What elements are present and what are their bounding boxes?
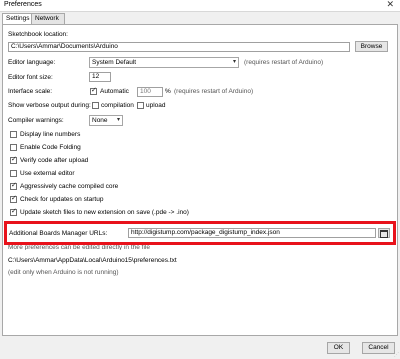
window-title: Preferences xyxy=(4,1,42,8)
verbose-compilation-label: compilation xyxy=(101,102,134,109)
cache-core-checkbox[interactable] xyxy=(10,181,17,190)
option-label: Display line numbers xyxy=(20,131,81,138)
tab-network[interactable]: Network xyxy=(31,13,65,24)
option-label: Update sketch files to new extension on … xyxy=(20,209,189,216)
option-label: Verify code after upload xyxy=(20,157,89,164)
scale-restart-note: (requires restart of Arduino) xyxy=(174,88,254,95)
editor-language-select[interactable]: System Default ▾ xyxy=(89,57,239,68)
interface-scale-input[interactable]: 100 xyxy=(137,87,163,97)
editor-language-value: System Default xyxy=(92,59,137,66)
language-restart-note: (requires restart of Arduino) xyxy=(244,59,324,66)
browse-button[interactable]: Browse xyxy=(355,41,388,52)
settings-panel: Sketchbook location: C:\Users\Ammar\Docu… xyxy=(2,24,398,336)
ok-button[interactable]: OK xyxy=(327,342,350,354)
option-label: Aggressively cache compiled core xyxy=(20,183,119,190)
preferences-path[interactable]: C:\Users\Ammar\AppData\Local\Arduino15\p… xyxy=(8,257,177,265)
external-editor-checkbox[interactable] xyxy=(10,170,17,177)
display-line-numbers-checkbox[interactable] xyxy=(10,131,17,138)
close-icon[interactable]: ✕ xyxy=(386,0,394,10)
font-size-label: Editor font size: xyxy=(8,74,53,81)
verbose-compilation-checkbox[interactable] xyxy=(92,102,99,109)
code-folding-checkbox[interactable] xyxy=(10,144,17,151)
cancel-button[interactable]: Cancel xyxy=(362,342,395,354)
verbose-upload-label: upload xyxy=(146,102,166,109)
sketchbook-label: Sketchbook location: xyxy=(8,31,68,38)
more-preferences-note: More preferences can be edited directly … xyxy=(8,245,150,250)
option-label: Enable Code Folding xyxy=(20,144,81,151)
option-label: Check for updates on startup xyxy=(20,196,104,203)
verbose-output-label: Show verbose output during: xyxy=(8,102,91,109)
interface-scale-label: Interface scale: xyxy=(8,88,53,95)
verify-after-upload-checkbox[interactable] xyxy=(10,155,17,164)
percent-unit: % xyxy=(165,88,171,95)
chevron-down-icon: ▾ xyxy=(232,59,236,65)
editor-language-label: Editor language: xyxy=(8,59,56,66)
check-updates-checkbox[interactable] xyxy=(10,194,17,203)
automatic-scale-checkbox[interactable] xyxy=(90,86,97,95)
edit-only-note: (edit only when Arduino is not running) xyxy=(8,269,119,276)
highlight-box xyxy=(4,221,396,245)
font-size-input[interactable]: 12 xyxy=(89,72,111,82)
update-extension-checkbox[interactable] xyxy=(10,207,17,216)
compiler-warnings-label: Compiler warnings: xyxy=(8,117,64,124)
title-bar: Preferences ✕ xyxy=(0,0,400,12)
automatic-scale-label: Automatic xyxy=(100,88,129,95)
chevron-down-icon: ▾ xyxy=(116,117,120,123)
verbose-upload-checkbox[interactable] xyxy=(137,102,144,109)
compiler-warnings-select[interactable]: None ▾ xyxy=(89,115,123,126)
sketchbook-location-input[interactable]: C:\Users\Ammar\Documents\Arduino xyxy=(8,42,350,52)
resize-grip-icon[interactable]: ⋰ xyxy=(394,352,399,358)
option-label: Use external editor xyxy=(20,170,75,177)
compiler-warnings-value: None xyxy=(92,117,108,124)
